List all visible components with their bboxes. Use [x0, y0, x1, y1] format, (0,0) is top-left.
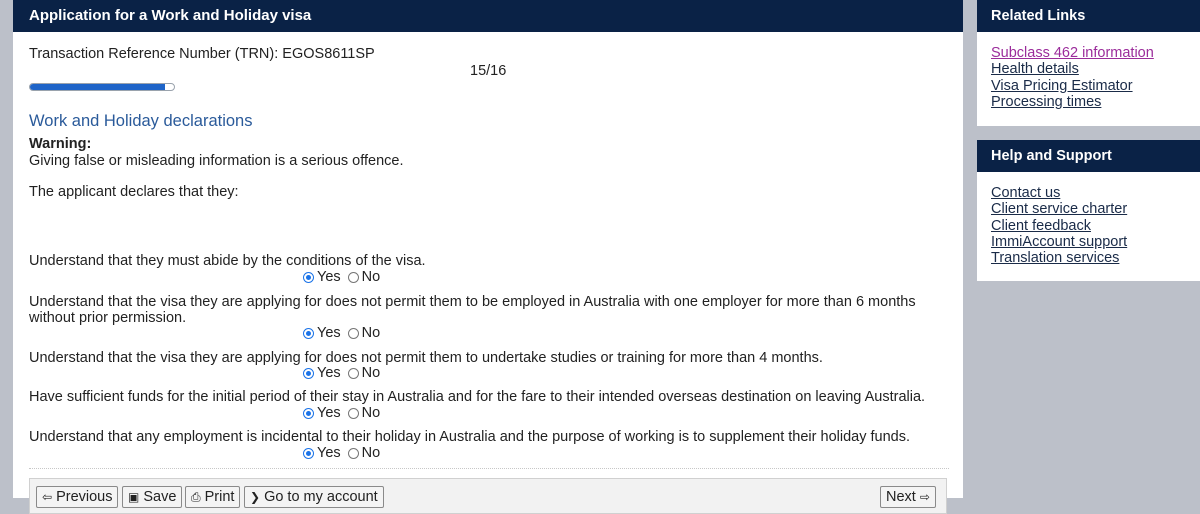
radio-yes[interactable]: Yes [303, 405, 341, 421]
declaration-question: Understand that the visa they are applyi… [29, 350, 823, 366]
radio-no-button[interactable] [347, 327, 359, 339]
radio-yes-label: Yes [317, 325, 341, 341]
link-processing-times[interactable]: Processing times [991, 94, 1186, 110]
radio-yes[interactable]: Yes [303, 445, 341, 461]
radio-group-q5: Yes No [303, 445, 384, 461]
link-translation-services[interactable]: Translation services [991, 250, 1186, 266]
related-links-title: Related Links [977, 0, 1200, 32]
radio-group-q1: Yes No [303, 269, 384, 285]
printer-icon: ⎙ [191, 490, 201, 504]
print-label: Print [204, 489, 235, 505]
save-button[interactable]: ▣ Save [122, 486, 183, 508]
arrow-left-icon: ⇦ [42, 490, 53, 504]
radio-yes[interactable]: Yes [303, 269, 341, 285]
link-contact-us[interactable]: Contact us [991, 185, 1186, 201]
radio-no[interactable]: No [347, 405, 381, 421]
radio-no-label: No [361, 405, 381, 421]
radio-yes[interactable]: Yes [303, 365, 341, 381]
radio-no[interactable]: No [347, 365, 381, 381]
help-support-title: Help and Support [977, 140, 1200, 172]
radio-yes-button[interactable] [303, 327, 314, 339]
radio-no-label: No [361, 325, 381, 341]
form-toolbar: ⇦ Previous ▣ Save ⎙ Print ❯ Go to my acc… [29, 478, 947, 514]
radio-yes-button[interactable] [303, 447, 314, 459]
declaration-question: Understand that they must abide by the c… [29, 253, 426, 269]
related-links-list: Subclass 462 information Health details … [977, 32, 1200, 110]
declaration-intro: The applicant declares that they: [29, 184, 239, 200]
arrow-right-icon: ⇨ [919, 490, 930, 504]
link-visa-pricing-estimator[interactable]: Visa Pricing Estimator [991, 78, 1186, 94]
link-health-details[interactable]: Health details [991, 61, 1186, 77]
radio-yes-label: Yes [317, 269, 341, 285]
radio-yes-label: Yes [317, 365, 341, 381]
trn-label: Transaction Reference Number (TRN): EGOS… [29, 46, 375, 62]
link-subclass-462-information[interactable]: Subclass 462 information [991, 45, 1186, 61]
print-button[interactable]: ⎙ Print [185, 486, 241, 508]
radio-no-label: No [361, 269, 381, 285]
radio-no[interactable]: No [347, 325, 381, 341]
radio-group-q2: Yes No [303, 325, 384, 341]
radio-no-button[interactable] [347, 367, 359, 379]
radio-no-label: No [361, 365, 381, 381]
chevron-right-icon: ❯ [250, 490, 261, 504]
radio-no-button[interactable] [347, 271, 359, 283]
radio-no-label: No [361, 445, 381, 461]
radio-yes[interactable]: Yes [303, 325, 341, 341]
floppy-disk-icon: ▣ [128, 490, 140, 504]
page-header: Application for a Work and Holiday visa [13, 0, 963, 32]
next-label: Next [886, 489, 916, 505]
declaration-question: Have sufficient funds for the initial pe… [29, 389, 926, 405]
page-counter: 15/16 [470, 63, 507, 79]
link-immiaccount-support[interactable]: ImmiAccount support [991, 234, 1186, 250]
radio-no-button[interactable] [347, 407, 359, 419]
link-client-feedback[interactable]: Client feedback [991, 218, 1186, 234]
radio-yes-button[interactable] [303, 271, 314, 283]
radio-group-q3: Yes No [303, 365, 384, 381]
previous-label: Previous [56, 489, 113, 505]
radio-no[interactable]: No [347, 269, 381, 285]
help-support-list: Contact us Client service charter Client… [977, 172, 1200, 266]
progress-bar [29, 83, 175, 91]
radio-yes-label: Yes [317, 405, 341, 421]
help-support-panel: Help and Support Contact us Client servi… [977, 140, 1200, 281]
main-panel: Application for a Work and Holiday visa … [13, 0, 963, 514]
warning-text: Giving false or misleading information i… [29, 153, 404, 169]
save-label: Save [143, 489, 177, 505]
declaration-question: Understand that any employment is incide… [29, 429, 910, 445]
radio-no-button[interactable] [347, 447, 359, 459]
go-to-account-button[interactable]: ❯ Go to my account [244, 486, 384, 508]
radio-yes-button[interactable] [303, 407, 314, 419]
radio-yes-label: Yes [317, 445, 341, 461]
page-title: Application for a Work and Holiday visa [29, 7, 312, 24]
warning-label: Warning: [29, 136, 92, 152]
section-title: Work and Holiday declarations [29, 112, 253, 130]
divider [29, 468, 949, 469]
declaration-question: Understand that the visa they are applyi… [29, 294, 916, 326]
related-links-panel: Related Links Subclass 462 information H… [977, 0, 1200, 126]
progress-fill [30, 84, 165, 90]
radio-yes-button[interactable] [303, 367, 314, 379]
radio-group-q4: Yes No [303, 405, 384, 421]
link-client-service-charter[interactable]: Client service charter [991, 201, 1186, 217]
next-button[interactable]: Next ⇨ [880, 486, 936, 508]
previous-button[interactable]: ⇦ Previous [36, 486, 119, 508]
go-to-account-label: Go to my account [264, 489, 378, 505]
radio-no[interactable]: No [347, 445, 381, 461]
